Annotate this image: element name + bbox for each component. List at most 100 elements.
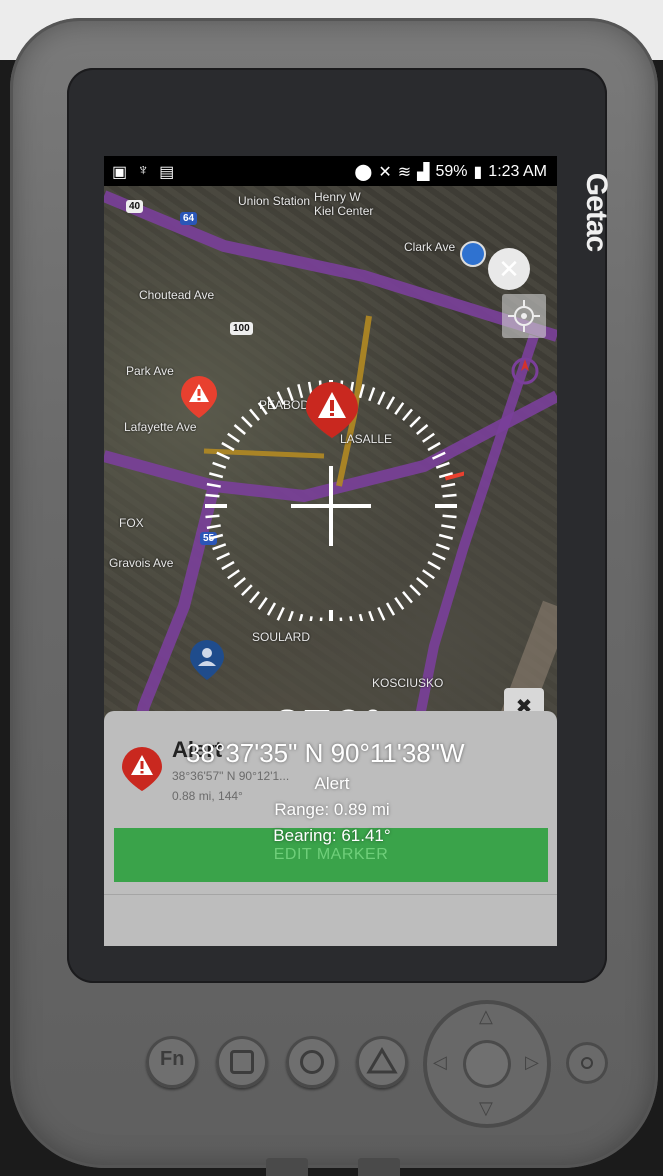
compass-tick — [385, 396, 396, 410]
function-key-button[interactable]: Fn — [146, 1036, 198, 1088]
compass-tick — [208, 533, 224, 540]
compass-tick — [358, 613, 364, 621]
compass-tick — [257, 597, 268, 610]
compass-tick — [266, 602, 277, 616]
compass-tick — [427, 441, 441, 452]
compass-tick — [206, 482, 221, 488]
triangle-icon — [366, 1047, 398, 1074]
recent-apps-button[interactable] — [216, 1036, 268, 1088]
back-button[interactable] — [356, 1036, 408, 1088]
map-label: Choutead Ave — [139, 288, 215, 302]
map-label: KOSCIUSKO — [372, 676, 444, 690]
map-label: Park Ave — [126, 364, 174, 378]
compass-tick — [216, 451, 231, 460]
compass-tick — [422, 569, 435, 580]
compass-tick — [415, 577, 429, 588]
usb-icon: ♆ — [137, 162, 150, 179]
mute-icon: ✕ — [378, 164, 392, 181]
compass-tick — [227, 432, 240, 443]
image-icon: ▣ — [112, 164, 128, 181]
compass-tick — [422, 432, 435, 443]
gps-button[interactable] — [502, 294, 546, 338]
directional-pad[interactable]: △ ▽ ◁ ▷ — [423, 1000, 551, 1128]
compass-tick — [249, 408, 260, 422]
compass-tick — [431, 552, 446, 561]
home-button[interactable] — [286, 1036, 338, 1088]
map-label: Henry W Kiel Center — [314, 190, 374, 218]
usb-port — [358, 1158, 400, 1176]
compass-tick — [249, 590, 260, 604]
alert-icon — [122, 747, 162, 791]
compass-tick — [415, 424, 429, 435]
compass-tick — [319, 617, 323, 621]
battery-percent: 59% — [435, 163, 468, 180]
map-label: SOULARD — [252, 630, 311, 644]
up-arrow-icon[interactable]: △ — [479, 1006, 493, 1027]
compass-tick — [427, 560, 441, 571]
compass-tick — [266, 396, 277, 410]
compass-tick — [402, 590, 413, 604]
down-arrow-icon[interactable]: ▽ — [479, 1098, 493, 1119]
compass-tick — [276, 606, 285, 621]
map-label: Clark Ave — [404, 240, 456, 254]
current-location-dot[interactable] — [460, 241, 486, 267]
target-range: Range: 0.89 mi — [274, 800, 390, 819]
location-icon: ⬤ — [354, 164, 373, 181]
dpad-center-button[interactable] — [463, 1040, 511, 1088]
left-arrow-icon[interactable]: ◁ — [433, 1052, 447, 1073]
power-button[interactable] — [566, 1042, 608, 1084]
compass-tick — [208, 472, 224, 479]
compass-tick — [287, 610, 294, 621]
compass-tick — [276, 391, 285, 406]
compass-tick — [233, 577, 247, 588]
compass-tick — [409, 584, 421, 596]
usb-port — [266, 1158, 308, 1176]
compass-tick — [441, 482, 456, 488]
map-label: Union Station — [238, 194, 311, 208]
compass-tick — [394, 597, 405, 610]
compass-tick — [441, 524, 456, 530]
compass-tick — [309, 616, 313, 621]
status-bar: ▣ ♆ ▤ ⬤ ✕ ≋ ▟ 59% ▮ 1:23 AM — [104, 156, 557, 186]
map-label: FOX — [119, 516, 144, 530]
compass-tick — [435, 543, 450, 551]
compass-tick — [435, 461, 450, 469]
square-icon — [230, 1050, 254, 1074]
map-label: Gravois Ave — [109, 556, 174, 570]
compass-tick — [206, 524, 221, 530]
clock: 1:23 AM — [488, 163, 547, 180]
compass-tick — [368, 610, 375, 621]
compass-tick — [438, 533, 454, 540]
map-label: Lafayette Ave — [124, 420, 197, 434]
compass-tick — [212, 461, 227, 469]
compass-tick — [205, 493, 220, 498]
circle-icon — [300, 1050, 324, 1074]
compass-tick — [221, 441, 235, 452]
target-bearing: Bearing: 61.41° — [273, 826, 391, 845]
close-button[interactable]: ✕ — [488, 248, 530, 290]
compass-tick — [212, 543, 227, 551]
target-coords: 38°37'35" N 90°11'38"W — [186, 738, 465, 768]
compass-tick — [205, 514, 220, 519]
compass-tick — [339, 617, 343, 621]
route-shield: 100 — [230, 322, 253, 335]
target-alert-icon[interactable] — [306, 382, 358, 438]
wifi-icon: ≋ — [397, 164, 412, 181]
target-name: Alert — [314, 774, 350, 793]
compass-tick — [297, 383, 304, 399]
fn-icon: Fn — [160, 1048, 185, 1070]
compass-tick — [431, 451, 446, 460]
interstate-shield: 64 — [180, 212, 198, 225]
compass-tick — [349, 616, 353, 621]
right-arrow-icon[interactable]: ▷ — [525, 1052, 539, 1073]
compass-tick — [368, 387, 376, 402]
user-marker-icon[interactable] — [190, 640, 224, 680]
compass-tick — [402, 408, 413, 422]
brand-logo: Getac — [580, 172, 614, 252]
compass-tick — [227, 569, 240, 580]
compass-tick — [377, 606, 386, 621]
clipboard-check-icon: ▤ — [159, 164, 175, 181]
compass-tick — [257, 402, 268, 415]
compass-tick — [241, 416, 253, 428]
battery-icon: ▮ — [473, 164, 483, 181]
